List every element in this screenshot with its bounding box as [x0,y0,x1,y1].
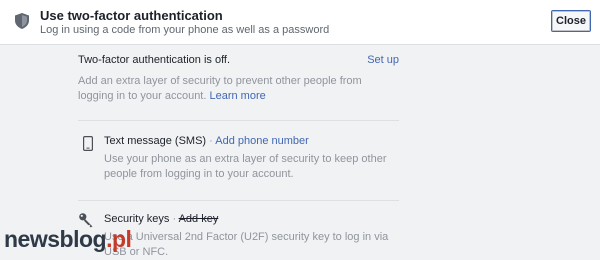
method-keys-label: Security keys [104,213,170,225]
separator: · [206,135,216,147]
divider [78,120,399,121]
watermark-main: newsblog [4,226,107,252]
dialog-header: Use two-factor authentication Log in usi… [0,0,600,45]
method-sms-description: Use your phone as an extra layer of secu… [104,153,387,180]
page-title: Use two-factor authentication [40,8,223,23]
status-description: Add an extra layer of security to preven… [78,74,399,104]
method-sms-title: Text message (SMS) · Add phone number [104,134,399,148]
shield-icon [15,13,29,29]
method-sms-label: Text message (SMS) [104,135,207,147]
status-row: Two-factor authentication is off. Set up [78,54,399,68]
add-phone-number-link[interactable]: Add phone number [215,135,309,147]
watermark-logo: newsblog.pl [4,226,132,253]
method-sms: Text message (SMS) · Add phone number Us… [78,134,399,182]
method-keys-description: Use a Universal 2nd Factor (U2F) securit… [104,231,389,258]
add-key-link[interactable]: Add key [179,213,219,225]
set-up-link[interactable]: Set up [367,54,399,66]
page-subtitle: Log in using a code from your phone as w… [40,24,330,36]
watermark-tld: .pl [106,226,132,252]
learn-more-link[interactable]: Learn more [209,90,265,102]
separator: · [169,213,179,225]
close-button[interactable]: Close [551,10,591,32]
phone-icon [83,136,93,151]
divider [78,200,399,201]
status-text: Two-factor authentication is off. [78,54,231,66]
method-keys-title: Security keys · Add key [104,212,399,226]
